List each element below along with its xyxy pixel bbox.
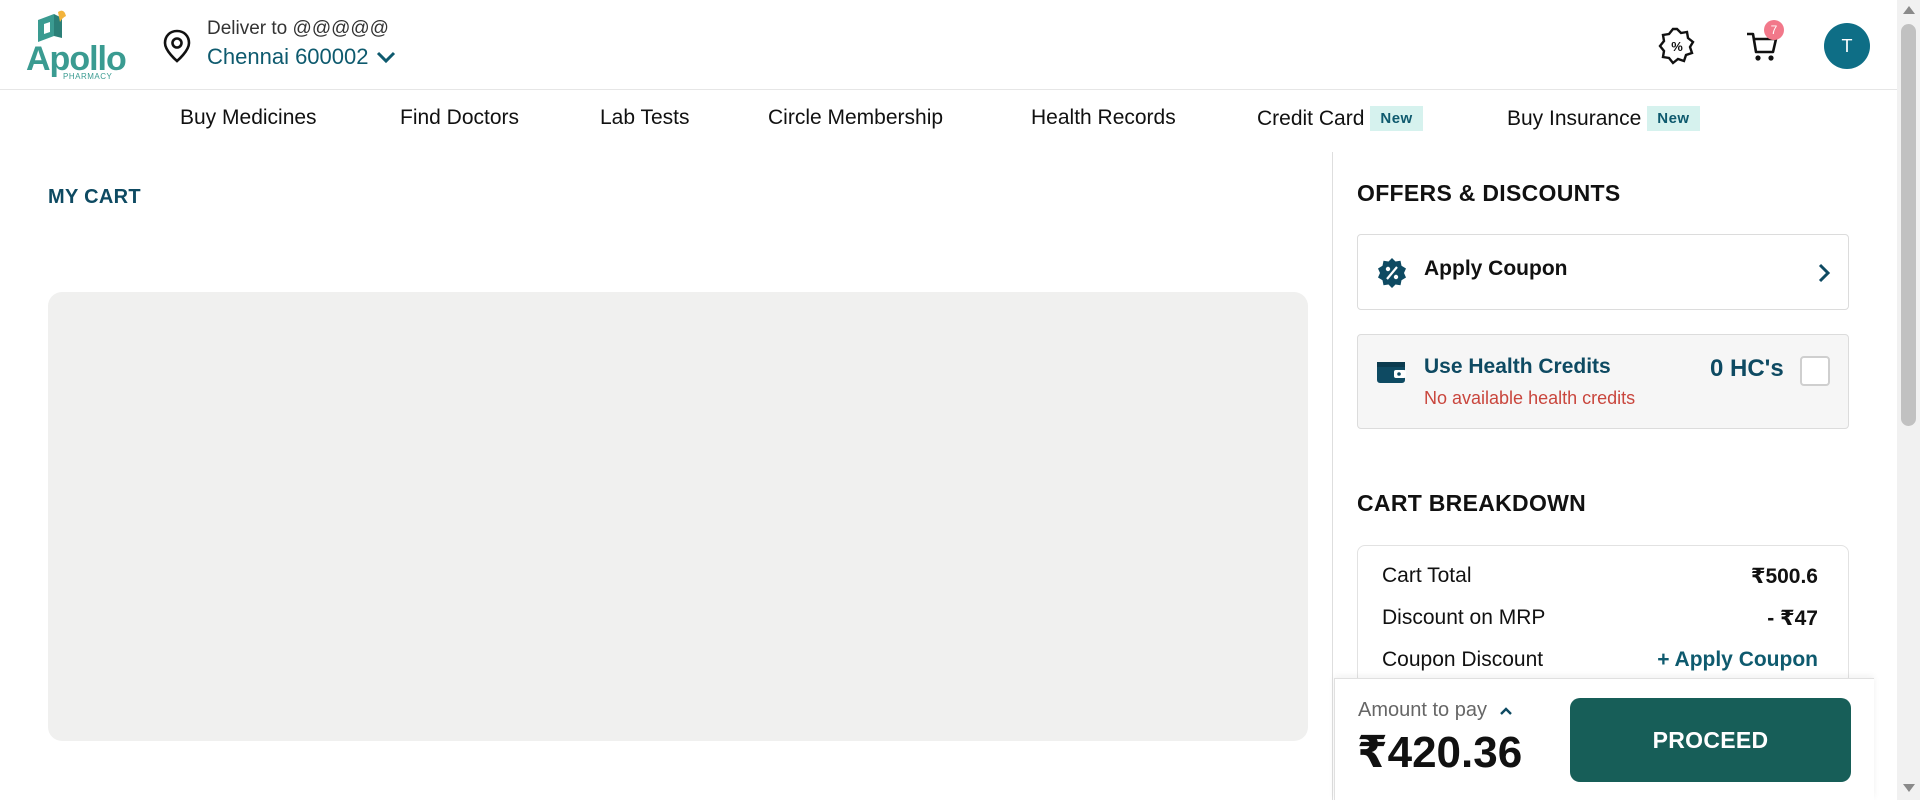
column-divider bbox=[1332, 152, 1333, 800]
proceed-button[interactable]: PROCEED bbox=[1570, 698, 1851, 782]
nav-item-label: Credit Card bbox=[1257, 106, 1365, 130]
breakdown-value: - ₹47 bbox=[1767, 607, 1818, 630]
wallet-icon bbox=[1377, 362, 1406, 383]
delivery-city-text: Chennai 600002 bbox=[207, 44, 369, 69]
chevron-up-icon bbox=[1500, 706, 1512, 715]
chevron-right-icon bbox=[1818, 263, 1831, 283]
breakdown-row-discount-on-mrp: Discount on MRP - ₹47 bbox=[1382, 606, 1818, 631]
delivery-location-selector[interactable]: Chennai 600002 bbox=[207, 44, 396, 70]
health-credits-message: No available health credits bbox=[1424, 388, 1636, 408]
cart-breakdown-card: Cart Total ₹500.6 Discount on MRP - ₹47 … bbox=[1357, 545, 1849, 685]
nav-item-label: Lab Tests bbox=[600, 106, 690, 129]
site-header: Apollo PHARMACY Deliver to @@@@@ Chennai… bbox=[0, 0, 1897, 90]
use-health-credits-checkbox[interactable] bbox=[1800, 356, 1830, 386]
nav-item-label: Buy Medicines bbox=[180, 106, 317, 129]
svg-text:%: % bbox=[1671, 39, 1683, 54]
amount-to-pay-toggle[interactable]: Amount to pay bbox=[1358, 699, 1513, 722]
user-avatar[interactable]: T bbox=[1824, 23, 1870, 69]
nav-item-find-doctors[interactable]: Find Doctors bbox=[400, 106, 519, 130]
amount-to-pay-label: Amount to pay bbox=[1358, 699, 1487, 721]
nav-item-buy-medicines[interactable]: Buy Medicines bbox=[180, 106, 317, 130]
breakdown-value: ₹500.6 bbox=[1750, 565, 1818, 588]
cart-items-loading-placeholder bbox=[48, 292, 1308, 741]
new-tag: New bbox=[1647, 106, 1700, 131]
checkout-bar: Amount to pay ₹420.36 PROCEED bbox=[1334, 678, 1874, 800]
apollo-logo[interactable]: Apollo PHARMACY bbox=[26, 10, 127, 82]
chevron-down-icon bbox=[377, 51, 396, 64]
apply-coupon-link[interactable]: + Apply Coupon bbox=[1657, 648, 1818, 672]
main-nav: Buy Medicines Find Doctors Lab Tests Cir… bbox=[0, 90, 1897, 150]
offers-section-title: OFFERS & DISCOUNTS bbox=[1357, 180, 1621, 206]
breakdown-row-cart-total: Cart Total ₹500.6 bbox=[1382, 564, 1818, 589]
scroll-down-arrow-icon[interactable] bbox=[1903, 784, 1915, 792]
nav-item-label: Health Records bbox=[1031, 106, 1176, 129]
cart-breakdown-title: CART BREAKDOWN bbox=[1357, 490, 1587, 516]
amount-to-pay-value: ₹420.36 bbox=[1357, 728, 1523, 777]
nav-item-label: Buy Insurance bbox=[1507, 106, 1642, 130]
deliver-to-label: Deliver to @@@@@ bbox=[207, 18, 389, 39]
page-title: MY CART bbox=[48, 186, 141, 208]
nav-item-label: Find Doctors bbox=[400, 106, 520, 129]
breakdown-label: Discount on MRP bbox=[1382, 606, 1546, 629]
cart-count-badge: 7 bbox=[1764, 20, 1784, 40]
nav-item-label: Circle Membership bbox=[768, 106, 944, 129]
coupon-badge-icon bbox=[1378, 258, 1406, 288]
scroll-up-arrow-icon[interactable] bbox=[1903, 6, 1915, 14]
page-scrollbar[interactable] bbox=[1897, 0, 1920, 800]
health-credits-card: Use Health Credits No available health c… bbox=[1357, 334, 1849, 429]
location-pin-icon bbox=[163, 29, 191, 63]
nav-item-circle-membership[interactable]: Circle Membership bbox=[768, 106, 943, 130]
new-tag: New bbox=[1370, 106, 1423, 131]
nav-item-lab-tests[interactable]: Lab Tests bbox=[600, 106, 690, 130]
breakdown-row-coupon-discount: Coupon Discount + Apply Coupon bbox=[1382, 648, 1818, 672]
scrollbar-thumb[interactable] bbox=[1901, 24, 1916, 426]
offers-button[interactable]: % bbox=[1656, 25, 1698, 67]
health-credits-title: Use Health Credits bbox=[1424, 355, 1611, 378]
logo-subtext: PHARMACY bbox=[63, 72, 113, 81]
apply-coupon-label: Apply Coupon bbox=[1424, 257, 1568, 280]
discount-badge-icon: % bbox=[1658, 27, 1695, 65]
nav-item-health-records[interactable]: Health Records bbox=[1031, 106, 1176, 130]
health-credits-amount: 0 HC's bbox=[1710, 355, 1784, 382]
nav-item-credit-card[interactable]: Credit Card New bbox=[1257, 106, 1423, 131]
nav-item-buy-insurance[interactable]: Buy Insurance New bbox=[1507, 106, 1700, 131]
apply-coupon-button[interactable]: Apply Coupon bbox=[1357, 234, 1849, 310]
breakdown-label: Coupon Discount bbox=[1382, 648, 1544, 671]
breakdown-label: Cart Total bbox=[1382, 564, 1472, 587]
